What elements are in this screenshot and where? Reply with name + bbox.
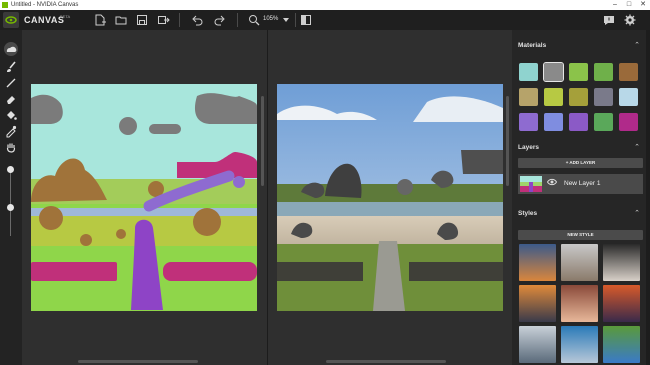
materials-title: Materials — [518, 42, 547, 49]
hill-material[interactable] — [594, 63, 613, 81]
brand-title: CANVAS — [24, 15, 65, 25]
cloud-material[interactable] — [543, 62, 564, 82]
segmentation-canvas[interactable] — [31, 84, 257, 311]
fog-material[interactable] — [544, 113, 563, 131]
zoom-level[interactable]: 105% — [263, 16, 278, 22]
top-toolbar: CANVAS BETA 105% — [0, 10, 650, 30]
water-material[interactable] — [519, 63, 538, 81]
style-dusk-lake[interactable] — [603, 285, 640, 322]
style-white-cliffs[interactable] — [561, 244, 598, 281]
toolbar-separator — [295, 13, 296, 27]
fill-tool[interactable] — [4, 108, 18, 122]
style-cave-arch[interactable] — [603, 244, 640, 281]
style-green-valley[interactable] — [603, 326, 640, 363]
style-blue-mountains[interactable] — [561, 326, 598, 363]
new-style-button[interactable]: NEW STYLE — [518, 230, 643, 240]
undo-icon[interactable] — [190, 13, 204, 27]
right-panel: Materials ⌃ Layers ⌃ + ADD LAYER New Lay… — [512, 30, 650, 365]
export-icon[interactable] — [156, 13, 170, 27]
shape-brush-tool[interactable] — [4, 42, 18, 56]
tool-strip — [0, 30, 22, 365]
road-material[interactable] — [619, 113, 638, 131]
drawing-pane — [22, 30, 267, 365]
open-folder-icon[interactable] — [114, 13, 128, 27]
output-image — [277, 84, 503, 311]
grass-material[interactable] — [569, 63, 588, 81]
brush-tool[interactable] — [4, 60, 18, 74]
tree-material[interactable] — [544, 88, 563, 106]
layer-thumbnail — [520, 176, 542, 192]
panel-scrollbar[interactable] — [646, 30, 650, 365]
new-file-icon[interactable] — [93, 13, 107, 27]
close-button[interactable]: ✕ — [636, 0, 650, 10]
layers-collapse-icon[interactable]: ⌃ — [634, 143, 640, 151]
layers-title: Layers — [518, 144, 539, 151]
sea-material[interactable] — [519, 113, 538, 131]
left-horizontal-scrollbar[interactable] — [78, 360, 198, 363]
add-layer-button[interactable]: + ADD LAYER — [518, 158, 643, 168]
style-orange-sky[interactable] — [519, 285, 556, 322]
beta-badge: BETA — [60, 14, 71, 19]
output-pane — [268, 30, 512, 365]
bush-material[interactable] — [569, 88, 588, 106]
styles-collapse-icon[interactable]: ⌃ — [634, 209, 640, 217]
house-material[interactable] — [594, 113, 613, 131]
left-vertical-scrollbar[interactable] — [261, 96, 264, 186]
compare-icon[interactable] — [299, 13, 313, 27]
app-window: Untitled - NVIDIA Canvas – □ ✕ CANVAS BE… — [0, 0, 650, 365]
layer-row[interactable]: New Layer 1 — [518, 174, 643, 194]
eyedropper-tool[interactable] — [4, 124, 18, 138]
redo-icon[interactable] — [213, 13, 227, 27]
zoom-icon[interactable] — [247, 13, 261, 27]
layer-visibility-icon[interactable] — [546, 178, 558, 188]
maximize-button[interactable]: □ — [622, 0, 636, 10]
hand-tool[interactable] — [4, 140, 18, 154]
app-icon — [2, 2, 8, 8]
materials-collapse-icon[interactable]: ⌃ — [634, 41, 640, 49]
settings-icon[interactable] — [623, 13, 637, 27]
zoom-dropdown-icon[interactable] — [279, 13, 293, 27]
dirt-material[interactable] — [619, 63, 638, 81]
layer-name: New Layer 1 — [564, 180, 601, 187]
eraser-tool[interactable] — [4, 92, 18, 106]
save-icon[interactable] — [135, 13, 149, 27]
brush-hardness-knob[interactable] — [7, 204, 14, 211]
toolbar-separator — [179, 13, 180, 27]
style-red-rock[interactable] — [561, 285, 598, 322]
sky-material[interactable] — [619, 88, 638, 106]
snow-material[interactable] — [594, 88, 613, 106]
toolbar-separator — [237, 13, 238, 27]
style-snow-peak[interactable] — [519, 326, 556, 363]
styles-title: Styles — [518, 210, 538, 217]
title-bar: Untitled - NVIDIA Canvas – □ ✕ — [0, 0, 650, 10]
mountain-material[interactable] — [519, 88, 538, 106]
right-vertical-scrollbar[interactable] — [506, 96, 509, 186]
line-tool[interactable] — [4, 76, 18, 90]
minimize-button[interactable]: – — [608, 0, 622, 10]
window-title: Untitled - NVIDIA Canvas — [11, 2, 79, 8]
brush-size-knob[interactable] — [7, 166, 14, 173]
style-sunset-coast[interactable] — [519, 244, 556, 281]
brush-size-track[interactable] — [10, 170, 11, 236]
flower-material[interactable] — [569, 113, 588, 131]
feedback-icon[interactable] — [602, 13, 616, 27]
nvidia-logo — [3, 12, 19, 28]
right-horizontal-scrollbar[interactable] — [326, 360, 446, 363]
